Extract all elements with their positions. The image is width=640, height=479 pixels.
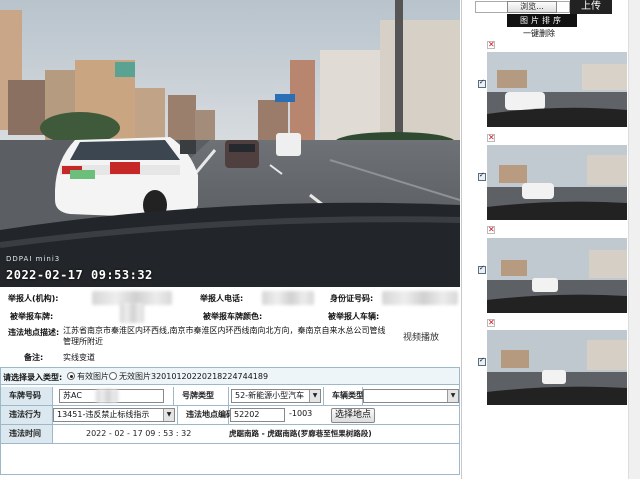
- address-label: 违法地点描述:: [8, 328, 60, 337]
- evidence-photo[interactable]: DDPAI mini3 2022-02-17 09:53:32: [0, 0, 460, 287]
- sort-images-button[interactable]: 图片排序: [507, 14, 577, 27]
- thumbnail-checkbox[interactable]: [478, 171, 486, 181]
- reported-plate-color-label: 被举报车牌颜色:: [203, 312, 263, 321]
- id-card-redacted: [382, 291, 458, 305]
- violation-entry-form: 请选择录入类型: 有效图片 无效图片 320101202202182247441…: [0, 367, 460, 475]
- remark-value: 实线变道: [63, 353, 95, 362]
- invalid-photo-text: 无效图片: [119, 372, 151, 381]
- location-code-input-b[interactable]: -1003: [286, 408, 328, 422]
- dropdown-arrow-icon: ▼: [447, 390, 458, 402]
- thumbnail-checkbox[interactable]: [478, 264, 486, 274]
- reported-vehicle-label: 被举报人车辆:: [328, 312, 380, 321]
- vertical-scrollbar[interactable]: [628, 0, 640, 479]
- upload-button[interactable]: 上传: [570, 0, 612, 14]
- delete-icon[interactable]: ✕: [487, 226, 495, 234]
- thumbnail-checkbox[interactable]: [478, 78, 486, 88]
- address-value: 江苏省南京市秦淮区内环西线,南京市秦淮区内环西线南向北方向，秦南京自来水总公司管…: [63, 326, 386, 346]
- browse-button[interactable]: 浏览...: [507, 1, 557, 13]
- street-scene-image: [0, 0, 460, 287]
- plate-label: 车牌号码: [1, 387, 53, 405]
- play-video-link[interactable]: 视频播放: [403, 330, 439, 343]
- location-name: 虎踞南路 - 虎踞南路(罗廊巷至恒果树路段): [229, 429, 372, 438]
- thumbnail-scene: [487, 52, 627, 127]
- reported-plate-redacted: [120, 303, 144, 323]
- thumbnail-scene: [487, 238, 627, 313]
- violation-label: 违法行为: [1, 406, 53, 424]
- photo-timestamp: 2022-02-17 09:53:32: [6, 268, 153, 282]
- time-row: 违法时间 2022 - 02 - 17 09 : 53 : 32 虎踞南路 - …: [1, 425, 459, 444]
- location-code-input-a[interactable]: 52202: [230, 408, 285, 422]
- record-type-row: 请选择录入类型: 有效图片 无效图片 320101202202182247441…: [1, 368, 459, 385]
- thumbnail-image[interactable]: [487, 52, 627, 127]
- invalid-photo-radio[interactable]: 无效图片: [109, 371, 151, 382]
- vehicle-type-select[interactable]: ▼: [363, 389, 459, 403]
- reported-plate-label: 被举报车牌:: [10, 312, 54, 321]
- violation-row: 违法行为 13451-违反禁止标线指示 ▼ 违法地点编码 52202 -1003…: [1, 406, 459, 425]
- location-code-label: 违法地点编码: [177, 406, 234, 424]
- thumbnail-image[interactable]: [487, 330, 627, 405]
- delete-icon[interactable]: ✕: [487, 319, 495, 327]
- violation-review-page: DDPAI mini3 2022-02-17 09:53:32 举报人(机构):…: [0, 0, 640, 479]
- dropdown-arrow-icon: ▼: [309, 390, 320, 402]
- select-location-button[interactable]: 选择地点: [331, 408, 375, 423]
- plate-redacted: [96, 389, 118, 403]
- plate-row: 车牌号码 苏AC 号牌类型 52-新能源小型汽车 ▼ 车辆类型 ▼: [1, 387, 459, 406]
- thumbnail-scene: [487, 330, 627, 405]
- record-id: 320101202202182247441​89: [151, 372, 269, 381]
- delete-all-link[interactable]: 一键删除: [523, 28, 555, 39]
- time-label: 违法时间: [1, 425, 53, 443]
- thumbnail-image[interactable]: [487, 145, 627, 220]
- radio-selected-icon: [67, 372, 75, 380]
- camera-brand-text: DDPAI mini3: [6, 255, 61, 263]
- reporter-phone-label: 举报人电话:: [200, 294, 244, 303]
- reporter-org-label: 举报人(机构):: [8, 294, 59, 303]
- record-type-label: 请选择录入类型:: [3, 373, 63, 382]
- thumbnail-image[interactable]: [487, 238, 627, 313]
- delete-icon[interactable]: ✕: [487, 41, 495, 49]
- time-value[interactable]: 2022 - 02 - 17 09 : 53 : 32: [86, 425, 191, 443]
- violation-select[interactable]: 13451-违反禁止标线指示 ▼: [53, 408, 175, 422]
- dropdown-arrow-icon: ▼: [163, 409, 174, 421]
- plate-type-select[interactable]: 52-新能源小型汽车 ▼: [231, 389, 321, 403]
- thumbnail-checkbox[interactable]: [478, 356, 486, 366]
- report-info-panel: 举报人(机构): 举报人电话: 身份证号码: 被举报车牌: 被举报车牌颜色: 被…: [0, 287, 460, 365]
- delete-icon[interactable]: ✕: [487, 134, 495, 142]
- valid-photo-text: 有效图片: [77, 372, 109, 381]
- plate-type-value: 52-新能源小型汽车: [235, 391, 305, 400]
- plate-type-label: 号牌类型: [173, 387, 229, 405]
- valid-photo-radio[interactable]: 有效图片: [67, 371, 109, 382]
- remark-label: 备注:: [24, 353, 44, 362]
- violation-value: 13451-违反禁止标线指示: [57, 410, 150, 419]
- reporter-phone-redacted: [262, 291, 314, 305]
- radio-unselected-icon: [109, 372, 117, 380]
- thumbnail-scene: [487, 145, 627, 220]
- vehicle-type-label: 车辆类型: [323, 387, 364, 405]
- upload-panel: 浏览... 上传 图片排序 一键删除 ✕ ✕: [462, 0, 640, 479]
- id-card-label: 身份证号码:: [330, 294, 374, 303]
